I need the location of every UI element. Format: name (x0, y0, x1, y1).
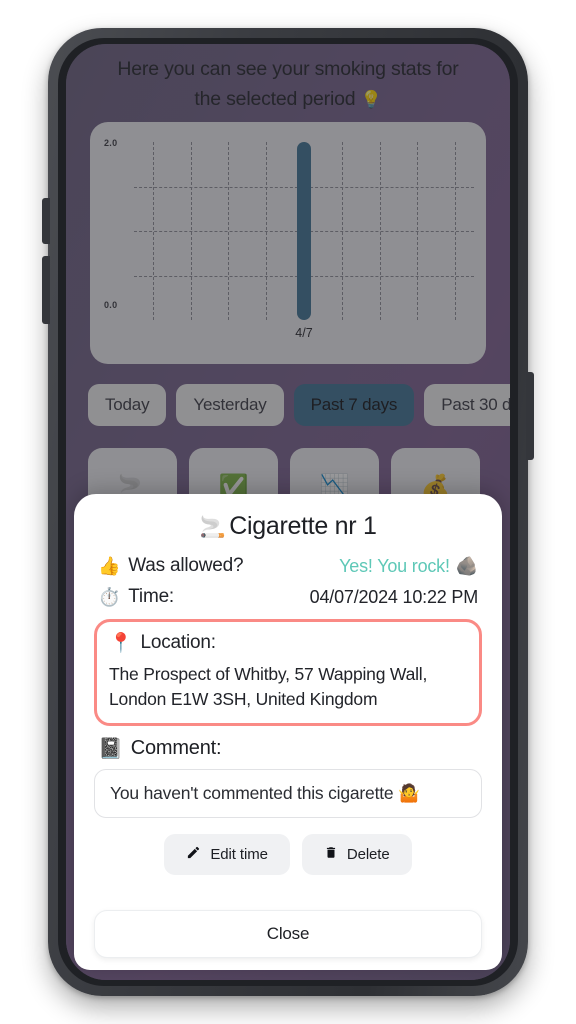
time-label-group: ⏱️ Time: (98, 586, 174, 608)
location-label-group: 📍 Location: (109, 631, 467, 655)
volume-down-button[interactable] (42, 256, 50, 324)
time-value: 04/07/2024 10:22 PM (309, 586, 479, 607)
thumbs-up-icon: 👍 (98, 556, 121, 576)
comment-label: Comment: (130, 737, 222, 759)
trash-icon (324, 845, 338, 864)
stopwatch-icon: ⏱️ (98, 587, 121, 607)
comment-label-group: 📓 Comment: (94, 736, 482, 761)
modal-title-text: Cigarette nr 1 (229, 512, 377, 540)
comment-input[interactable]: You haven't commented this cigarette 🤷 (94, 769, 482, 818)
location-highlight-box[interactable]: 📍 Location: The Prospect of Whitby, 57 W… (94, 619, 482, 726)
location-value: The Prospect of Whitby, 57 Wapping Wall,… (109, 664, 428, 709)
time-row: ⏱️ Time: 04/07/2024 10:22 PM (94, 586, 482, 608)
edit-time-button[interactable]: Edit time (164, 834, 290, 875)
time-label: Time: (128, 586, 175, 607)
was-allowed-label: Was allowed? (128, 555, 244, 576)
notebook-icon: 📓 (98, 738, 123, 760)
app-screen: Here you can see your smoking stats for … (66, 44, 510, 980)
cigarette-detail-modal: 🚬 Cigarette nr 1 👍 Was allowed? Yes! You … (74, 494, 502, 970)
modal-title: 🚬 Cigarette nr 1 (94, 512, 482, 541)
was-allowed-value-group: Yes! You rock! 🪨 (339, 556, 478, 577)
close-button[interactable]: Close (94, 910, 482, 958)
volume-up-button[interactable] (42, 198, 50, 244)
edit-time-label: Edit time (210, 846, 268, 863)
was-allowed-row: 👍 Was allowed? Yes! You rock! 🪨 (94, 555, 482, 577)
rock-icon: 🪨 (455, 555, 478, 576)
delete-button[interactable]: Delete (301, 834, 412, 875)
modal-action-buttons: Edit time Delete (94, 834, 482, 875)
map-pin-icon: 📍 (109, 633, 133, 654)
location-label: Location: (140, 632, 216, 653)
was-allowed-label-group: 👍 Was allowed? (98, 555, 244, 577)
was-allowed-value: Yes! You rock! (339, 555, 450, 576)
power-button[interactable] (526, 372, 534, 460)
pencil-icon (186, 845, 201, 864)
cigarette-icon: 🚬 (199, 516, 226, 539)
delete-label: Delete (346, 846, 390, 863)
